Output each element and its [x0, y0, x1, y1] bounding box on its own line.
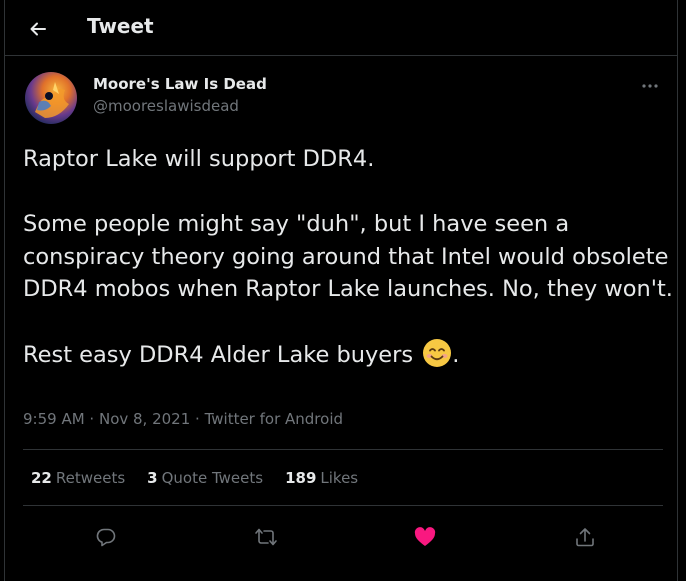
retweet-icon — [255, 528, 277, 546]
back-button[interactable] — [21, 12, 55, 46]
retweet-button[interactable] — [249, 520, 283, 554]
tweet-date[interactable]: Nov 8, 2021 — [99, 410, 190, 428]
meta-separator: · — [190, 410, 205, 428]
author-handle[interactable]: @mooreslawisdead — [93, 97, 239, 115]
tweet-time[interactable]: 9:59 AM — [23, 410, 85, 428]
quote-tweets-label: Quote Tweets — [161, 469, 264, 487]
quote-tweets-count: 3 — [147, 469, 158, 487]
tweet-source[interactable]: Twitter for Android — [205, 410, 343, 428]
engagement-stats: 22 Retweets 3 Quote Tweets 189 Likes — [31, 469, 358, 487]
reply-button[interactable] — [89, 520, 123, 554]
divider — [23, 505, 663, 506]
header: Tweet — [5, 0, 677, 56]
retweets-stat[interactable]: 22 Retweets — [31, 469, 125, 487]
share-icon — [576, 528, 594, 547]
tweet-paragraph-2: Some people might say "duh", but I have … — [23, 211, 673, 302]
retweets-label: Retweets — [55, 469, 126, 487]
like-button[interactable] — [408, 520, 442, 554]
avatar-image — [35, 82, 69, 118]
back-arrow-icon — [30, 22, 46, 36]
tweet-metadata: 9:59 AM · Nov 8, 2021 · Twitter for Andr… — [23, 410, 343, 428]
more-dots-icon — [642, 84, 658, 88]
likes-count: 189 — [285, 469, 317, 487]
reply-icon — [96, 528, 116, 547]
tweet-text: Raptor Lake will support DDR4. Some peop… — [23, 143, 673, 372]
tweet-paragraph-3-end: . — [452, 342, 460, 368]
tweet-frame: Tweet Moore's Law Is Dead @mooreslawisde… — [4, 0, 678, 581]
action-bar — [23, 516, 663, 556]
likes-stat[interactable]: 189 Likes — [285, 469, 358, 487]
share-button[interactable] — [568, 520, 602, 554]
likes-label: Likes — [320, 469, 359, 487]
heart-icon — [414, 527, 436, 546]
meta-separator: · — [84, 410, 99, 428]
avatar[interactable] — [25, 72, 77, 124]
quote-tweets-stat[interactable]: 3 Quote Tweets — [147, 469, 263, 487]
tweet-paragraph-3: Rest easy DDR4 Alder Lake buyers . — [23, 338, 673, 372]
tweet-paragraph-3-text: Rest easy DDR4 Alder Lake buyers — [23, 342, 414, 368]
more-options-button[interactable] — [635, 76, 665, 96]
tweet-paragraph-1: Raptor Lake will support DDR4. — [23, 146, 375, 172]
retweets-count: 22 — [31, 469, 52, 487]
smiling-face-icon — [423, 339, 452, 367]
page-title: Tweet — [87, 14, 154, 38]
author-display-name[interactable]: Moore's Law Is Dead — [93, 75, 267, 93]
divider — [23, 449, 663, 450]
